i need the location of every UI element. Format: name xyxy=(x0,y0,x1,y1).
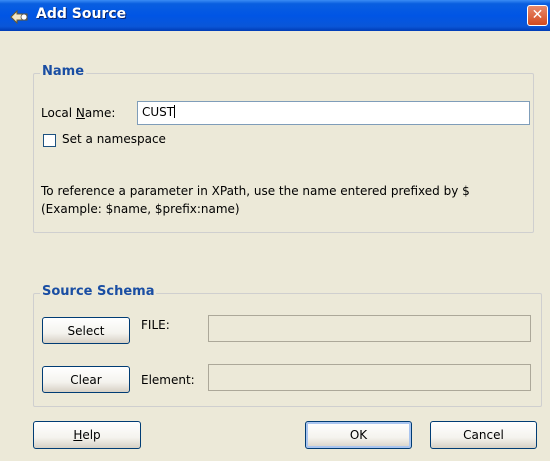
file-field xyxy=(208,315,531,342)
local-name-label: Local Name: xyxy=(41,106,116,120)
dialog-title: Add Source xyxy=(36,6,127,22)
text-caret xyxy=(174,105,176,118)
namespace-checkbox-label[interactable]: Set a namespace xyxy=(62,132,166,146)
xpath-info-line2: (Example: $name, $prefix:name) xyxy=(41,202,240,216)
source-schema-group-title: Source Schema xyxy=(40,284,157,299)
select-button[interactable]: Select xyxy=(42,317,130,344)
xpath-info-line1: To reference a parameter in XPath, use t… xyxy=(41,184,470,198)
clear-button[interactable]: Clear xyxy=(42,366,130,393)
namespace-checkbox[interactable] xyxy=(43,134,56,147)
file-label: FILE: xyxy=(141,318,170,332)
add-source-icon xyxy=(10,9,28,24)
help-button[interactable]: Help xyxy=(33,421,141,449)
element-field xyxy=(208,364,531,391)
cancel-button[interactable]: Cancel xyxy=(430,421,537,449)
close-icon: ✕ xyxy=(531,7,544,23)
element-label: Element: xyxy=(141,373,195,387)
name-group-title: Name xyxy=(40,64,87,79)
close-button[interactable]: ✕ xyxy=(527,5,548,26)
title-bar[interactable]: Add Source ✕ xyxy=(0,0,550,31)
add-source-dialog: Add Source ✕ Name Local Name: CUST Set a… xyxy=(0,0,550,461)
local-name-input[interactable]: CUST xyxy=(137,101,530,125)
ok-button[interactable]: OK xyxy=(305,421,412,449)
